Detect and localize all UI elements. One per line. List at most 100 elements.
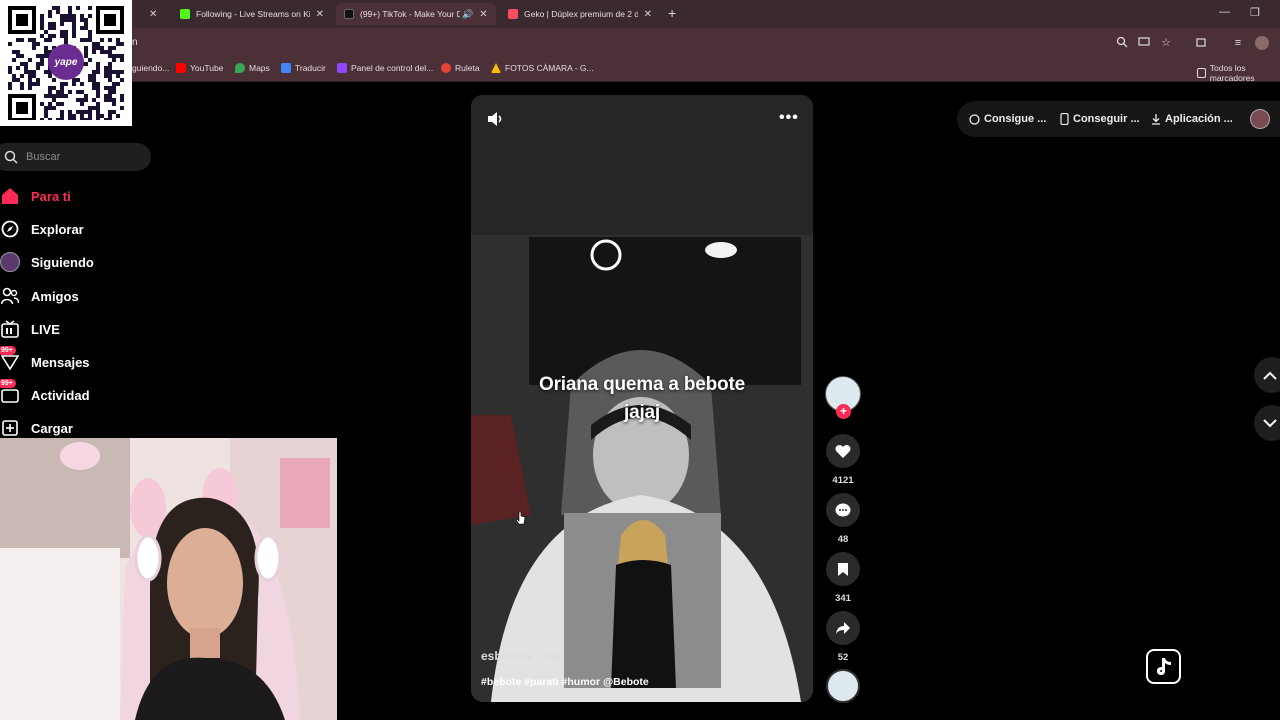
bookmark-panel[interactable]: Panel de control del... (337, 63, 433, 73)
tab-0[interactable]: ✕ (135, 3, 169, 25)
like-count: 4121 (832, 475, 854, 486)
cast-icon[interactable] (1137, 36, 1151, 50)
minimize-icon[interactable]: — (1219, 6, 1230, 18)
bookmark-siguiendo[interactable]: guiendo... (132, 63, 169, 73)
friends-icon (0, 286, 20, 306)
coins-label: Consigue ... (984, 113, 1047, 125)
video-player[interactable]: ••• Oriana quema a bebote jajaj esbebote… (471, 95, 813, 702)
bookmark-icon (838, 562, 848, 576)
tab-close-icon[interactable]: ✕ (479, 9, 487, 20)
video-caption: Oriana quema a bebote (539, 374, 745, 395)
new-tab-icon[interactable]: + (668, 5, 676, 21)
chevron-down-icon (1263, 418, 1277, 427)
sidebar-item-mensajes[interactable]: 99+ Mensajes (0, 346, 90, 373)
bookmark-label: Ruleta (455, 63, 480, 73)
sidebar-item-cargar[interactable]: Cargar (0, 417, 73, 439)
webcam-image (0, 438, 337, 720)
sidebar-item-para-ti[interactable]: Para ti (0, 185, 71, 207)
sidebar-label: Amigos (31, 288, 79, 304)
youtube-icon (176, 63, 186, 73)
notification-badge: 99+ (0, 379, 16, 388)
share-icon (836, 622, 850, 634)
speaker-icon[interactable]: 🔊 (462, 9, 473, 20)
search-placeholder: Buscar (26, 151, 61, 163)
messages-icon: 99+ (0, 346, 20, 372)
sidebar-item-explorar[interactable]: Explorar (0, 218, 84, 240)
tab-kick[interactable]: Following - Live Streams on Kick ✕ (172, 3, 332, 25)
video-hashtags[interactable]: #bebote #parati #humor @Bebote (481, 676, 649, 688)
bookmark-youtube[interactable]: YouTube (176, 63, 223, 73)
save-count: 341 (835, 593, 851, 604)
url-text[interactable]: n (132, 37, 138, 48)
heart-icon (835, 444, 851, 458)
download-app-button[interactable]: Aplicación ... (1151, 113, 1233, 125)
tab-close-icon[interactable]: ✕ (149, 9, 157, 20)
comment-button[interactable]: 48 (825, 493, 861, 545)
folder-icon (1197, 68, 1206, 78)
creator-avatar[interactable]: + (825, 376, 861, 419)
search-icon (4, 150, 18, 164)
comment-icon (835, 503, 851, 516)
get-app-button[interactable]: Conseguir ... (1060, 113, 1140, 125)
zoom-icon[interactable] (1115, 36, 1129, 50)
coins-button[interactable]: Consigue ... (969, 113, 1046, 125)
sidebar-item-amigos[interactable]: Amigos (0, 285, 79, 307)
previous-video-button[interactable] (1254, 357, 1280, 393)
bookmark-ruleta[interactable]: Ruleta (441, 63, 480, 73)
video-frame (471, 95, 813, 702)
tab-geko[interactable]: Geko | Dúplex premium de 2 dormitorios ✕ (500, 3, 660, 25)
sidebar-label: Mensajes (31, 354, 90, 370)
tab-close-icon[interactable]: ✕ (316, 9, 324, 20)
sidebar-item-siguiendo[interactable]: Siguiendo (0, 251, 94, 273)
bookmark-maps[interactable]: Maps (235, 63, 270, 73)
sound-avatar[interactable] (825, 669, 861, 703)
coin-icon (969, 113, 980, 125)
compass-icon (0, 219, 20, 239)
bookmark-label: Panel de control del... (351, 63, 434, 73)
extensions-icon[interactable] (1194, 36, 1208, 50)
tab-close-icon[interactable]: ✕ (644, 9, 652, 20)
sidebar-item-actividad[interactable]: 99+ Actividad (0, 379, 90, 406)
share-button[interactable]: 52 (825, 611, 861, 663)
video-author[interactable]: esbebote_clip (481, 649, 561, 663)
search-input[interactable]: Buscar (0, 143, 151, 171)
activity-icon: 99+ (0, 379, 20, 405)
home-icon (0, 186, 20, 206)
geko-favicon-icon (508, 9, 518, 19)
next-video-button[interactable] (1254, 405, 1280, 441)
bookmark-traducir[interactable]: Traducir (281, 63, 326, 73)
phone-icon (1060, 113, 1069, 125)
user-avatar[interactable] (1250, 109, 1270, 129)
profile-avatar[interactable] (1255, 36, 1269, 50)
screen: ✕ Following - Live Streams on Kick ✕ (99… (0, 0, 1280, 720)
media-control-icon[interactable]: ≡ (1231, 36, 1245, 50)
bookmark-all[interactable]: Todos los marcadores (1197, 63, 1280, 83)
sidebar-label: Actividad (31, 387, 90, 403)
bookmarks-bar: guiendo... YouTube Maps Traducir Panel d… (0, 58, 1280, 83)
top-actions-bar: Consigue ... Conseguir ... Aplicación ..… (957, 101, 1280, 137)
share-count: 52 (837, 652, 849, 663)
tab-title: (99+) TikTok - Make Your Day (360, 9, 460, 19)
bookmark-fotos[interactable]: FOTOS CÁMARA - G... (491, 63, 594, 73)
notification-badge: 99+ (0, 346, 16, 355)
tab-title: Geko | Dúplex premium de 2 dormitorios (524, 9, 638, 19)
bookmark-label: Todos los marcadores (1209, 63, 1255, 83)
address-bar[interactable]: n (0, 28, 1280, 58)
tab-tiktok[interactable]: (99+) TikTok - Make Your Day 🔊 ✕ (336, 3, 496, 25)
restore-icon[interactable]: ❐ (1250, 6, 1260, 19)
sidebar-item-live[interactable]: LIVE (0, 318, 60, 340)
save-button[interactable]: 341 (825, 552, 861, 604)
like-button[interactable]: 4121 (825, 434, 861, 486)
drive-icon (491, 63, 501, 73)
tiktok-favicon-icon (344, 9, 354, 19)
cursor-icon (515, 511, 526, 530)
avatar-icon (0, 252, 20, 272)
tab-title: Following - Live Streams on Kick (196, 9, 310, 19)
live-icon (0, 319, 20, 339)
more-options-icon[interactable]: ••• (779, 109, 799, 127)
volume-icon[interactable] (487, 111, 505, 132)
upload-icon (0, 418, 20, 438)
tiktok-logo-icon[interactable] (1146, 649, 1181, 684)
star-icon[interactable]: ☆ (1159, 36, 1173, 50)
follow-plus-icon[interactable]: + (836, 404, 851, 419)
